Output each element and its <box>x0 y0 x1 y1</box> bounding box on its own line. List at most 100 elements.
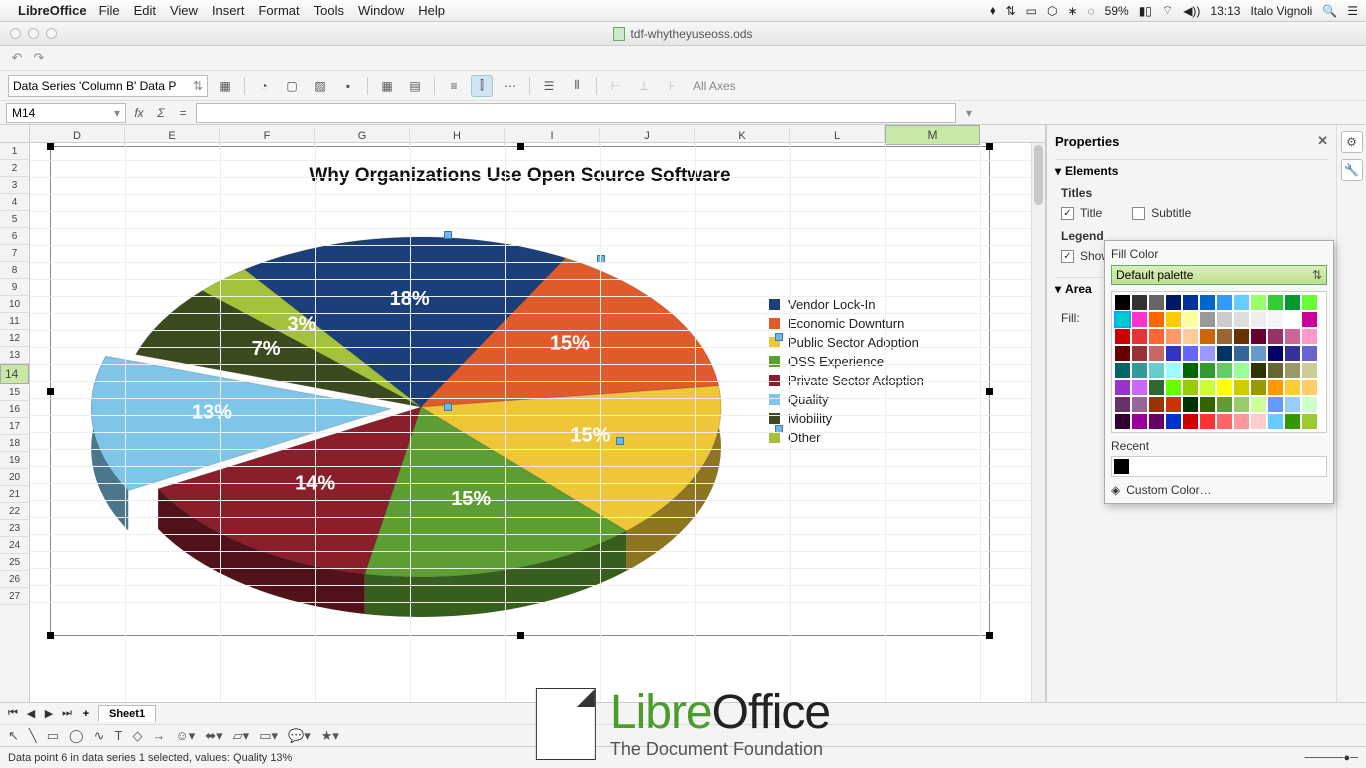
row-header-14[interactable]: 14 <box>0 364 29 384</box>
volume-icon[interactable]: ◀)) <box>1183 4 1200 18</box>
palette-color[interactable] <box>1285 346 1300 361</box>
arrow-tool-icon[interactable]: ⬌▾ <box>205 728 222 744</box>
palette-color[interactable] <box>1149 329 1164 344</box>
menu-file[interactable]: File <box>99 3 120 18</box>
dropbox-icon[interactable]: ⬧ <box>990 3 995 18</box>
vertical-scrollbar[interactable] <box>1031 143 1045 702</box>
legend-item-0[interactable]: Vendor Lock-In <box>769 297 969 312</box>
palette-color[interactable] <box>1268 312 1283 327</box>
palette-color[interactable] <box>1183 414 1198 429</box>
palette-color[interactable] <box>1166 312 1181 327</box>
user-name[interactable]: Italo Vignoli <box>1250 4 1312 18</box>
palette-color[interactable] <box>1234 380 1249 395</box>
palette-color[interactable] <box>1251 312 1266 327</box>
sum-icon[interactable]: Σ <box>152 106 170 120</box>
chat-icon[interactable]: ◌ <box>1088 4 1095 18</box>
legend-item-1[interactable]: Economic Downturn <box>769 316 969 331</box>
palette-color[interactable] <box>1302 397 1317 412</box>
palette-color[interactable] <box>1268 414 1283 429</box>
data-table-button[interactable]: ▦ <box>376 75 398 97</box>
scale-text-button[interactable]: ⫴ <box>566 75 588 97</box>
menu-insert[interactable]: Insert <box>212 3 245 18</box>
row-header-7[interactable]: 7 <box>0 245 29 262</box>
palette-color[interactable] <box>1183 397 1198 412</box>
text-tool-icon[interactable]: T <box>115 728 123 743</box>
palette-color[interactable] <box>1285 397 1300 412</box>
palette-color[interactable] <box>1115 346 1130 361</box>
palette-color[interactable] <box>1251 414 1266 429</box>
palette-color[interactable] <box>1217 295 1232 310</box>
palette-color[interactable] <box>1166 346 1181 361</box>
embedded-chart[interactable]: Why Organizations Use Open Source Softwa… <box>50 146 990 636</box>
formula-input[interactable] <box>196 103 956 123</box>
row-header-23[interactable]: 23 <box>0 520 29 537</box>
palette-color[interactable] <box>1115 414 1130 429</box>
chart-element-selector[interactable]: Data Series 'Column B' Data P⇅ <box>8 75 208 97</box>
row-header-22[interactable]: 22 <box>0 503 29 520</box>
add-sheet-button[interactable]: + <box>78 708 94 720</box>
subtitle-checkbox[interactable] <box>1132 207 1145 220</box>
palette-color[interactable] <box>1166 380 1181 395</box>
smiley-tool-icon[interactable]: ☺▾ <box>175 728 195 744</box>
menu-help[interactable]: Help <box>418 3 445 18</box>
palette-color[interactable] <box>1166 363 1181 378</box>
palette-color[interactable] <box>1115 397 1130 412</box>
palette-color[interactable] <box>1285 363 1300 378</box>
palette-color[interactable] <box>1149 346 1164 361</box>
vgrid-major-button[interactable]: ⫿ <box>471 75 493 97</box>
chart-legend[interactable]: Vendor Lock-InEconomic DownturnPublic Se… <box>769 297 969 449</box>
row-header-20[interactable]: 20 <box>0 469 29 486</box>
palette-color[interactable] <box>1115 329 1130 344</box>
format-selection-button[interactable]: ▦ <box>214 75 236 97</box>
row-header-21[interactable]: 21 <box>0 486 29 503</box>
palette-color[interactable] <box>1234 397 1249 412</box>
palette-color[interactable] <box>1302 414 1317 429</box>
zoom-control[interactable]: ─────●─ <box>1305 752 1358 764</box>
palette-color[interactable] <box>1149 312 1164 327</box>
row-header-1[interactable]: 1 <box>0 143 29 160</box>
chart-type-button[interactable]: ◔ <box>253 75 275 97</box>
row-header-3[interactable]: 3 <box>0 177 29 194</box>
row-header-19[interactable]: 19 <box>0 452 29 469</box>
close-window-button[interactable] <box>10 28 21 39</box>
palette-select[interactable]: Default palette⇅ <box>1111 265 1327 285</box>
palette-color[interactable] <box>1183 363 1198 378</box>
row-header-5[interactable]: 5 <box>0 211 29 228</box>
slice-handle[interactable] <box>616 437 624 445</box>
row-header-24[interactable]: 24 <box>0 537 29 554</box>
palette-color[interactable] <box>1302 312 1317 327</box>
app-name[interactable]: LibreOffice <box>18 3 87 18</box>
row-header-4[interactable]: 4 <box>0 194 29 211</box>
palette-color[interactable] <box>1132 397 1147 412</box>
data-ranges-button[interactable]: ▤ <box>404 75 426 97</box>
row-header-25[interactable]: 25 <box>0 554 29 571</box>
y-axis-button[interactable]: ⊥ <box>633 75 655 97</box>
formula-expand-icon[interactable]: ▾ <box>966 106 972 120</box>
palette-color[interactable] <box>1217 414 1232 429</box>
palette-color[interactable] <box>1115 312 1130 327</box>
row-header-12[interactable]: 12 <box>0 330 29 347</box>
menu-format[interactable]: Format <box>258 3 299 18</box>
undo-button[interactable]: ↶ <box>10 51 24 65</box>
row-header-27[interactable]: 27 <box>0 588 29 605</box>
palette-color[interactable] <box>1200 295 1215 310</box>
palette-color[interactable] <box>1285 329 1300 344</box>
palette-color[interactable] <box>1251 329 1266 344</box>
palette-color[interactable] <box>1251 295 1266 310</box>
palette-color[interactable] <box>1149 295 1164 310</box>
row-header-2[interactable]: 2 <box>0 160 29 177</box>
chart-area-button[interactable]: ▢ <box>281 75 303 97</box>
col-header-M[interactable]: M <box>885 125 980 145</box>
show-legend-checkbox[interactable]: ✓ <box>1061 250 1074 263</box>
palette-color[interactable] <box>1251 363 1266 378</box>
flowchart-tool-icon[interactable]: ▱▾ <box>233 728 250 744</box>
palette-color[interactable] <box>1115 363 1130 378</box>
section-area[interactable]: Area <box>1065 282 1092 296</box>
row-header-18[interactable]: 18 <box>0 435 29 452</box>
custom-color-button[interactable]: ◈Custom Color… <box>1111 483 1327 497</box>
spreadsheet-grid[interactable]: DEFGHIJKLM 12345678910111213141516171819… <box>0 125 1046 702</box>
palette-color[interactable] <box>1166 295 1181 310</box>
palette-color[interactable] <box>1183 312 1198 327</box>
palette-color[interactable] <box>1302 295 1317 310</box>
row-header-11[interactable]: 11 <box>0 313 29 330</box>
